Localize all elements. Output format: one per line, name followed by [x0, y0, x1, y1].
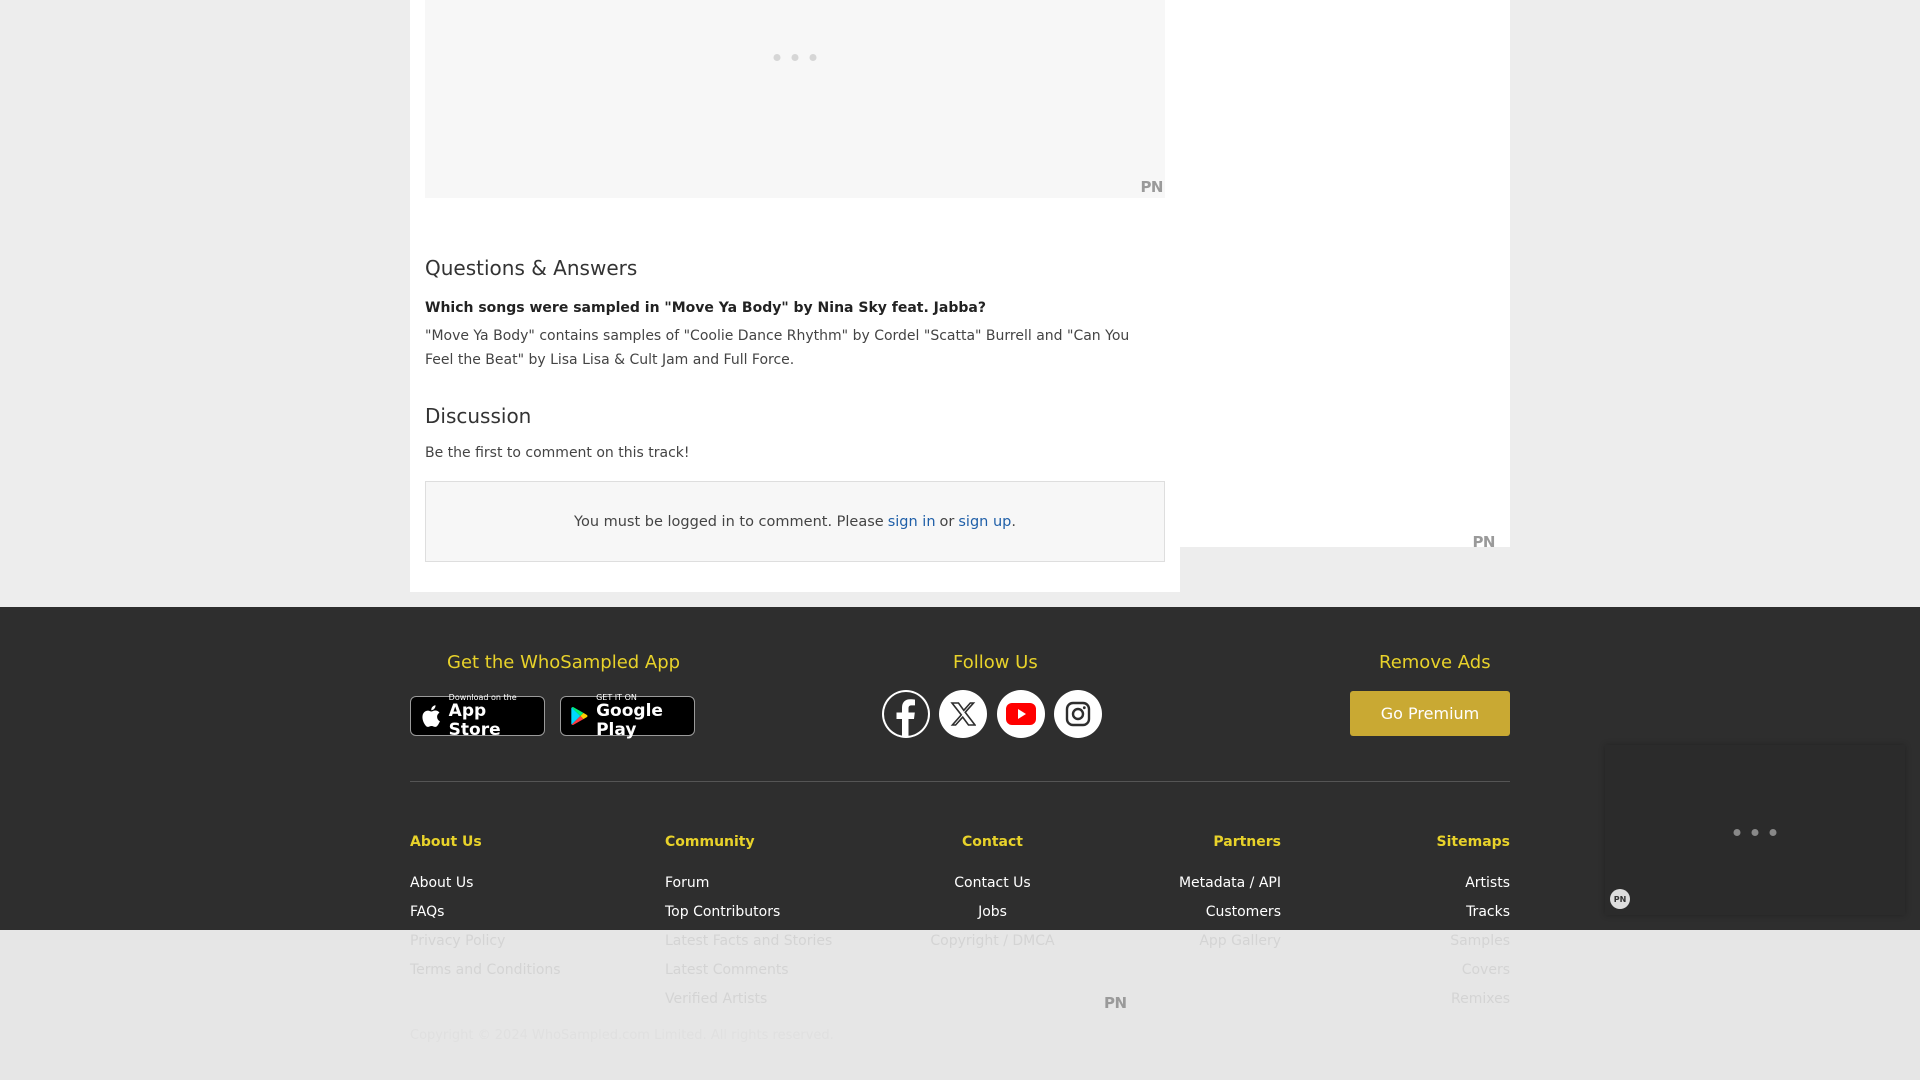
login-prompt-text: You must be logged in to comment. Please	[574, 513, 884, 530]
footer-link[interactable]: Covers	[1390, 960, 1510, 989]
google-play-icon	[571, 706, 588, 726]
footer-link[interactable]: Metadata / API	[1140, 873, 1281, 902]
footer-link[interactable]: Latest Comments	[665, 960, 832, 989]
footer-link[interactable]: Contact Us	[920, 873, 1065, 902]
facebook-icon[interactable]	[882, 690, 930, 738]
qa-question: Which songs were sampled in "Move Ya Bod…	[425, 300, 986, 316]
sidebar-ad[interactable]: PN	[1180, 0, 1510, 551]
footer-link[interactable]: Privacy Policy	[410, 931, 561, 960]
login-or-text: or	[939, 513, 955, 530]
discussion-title: Discussion	[425, 404, 532, 428]
apple-icon	[422, 705, 440, 727]
google-play-big-text: Google Play	[596, 700, 663, 740]
sign-up-link[interactable]: sign up	[958, 514, 1011, 530]
footer-col-heading: Sitemaps	[1436, 834, 1510, 850]
footer-link[interactable]: Copyright / DMCA	[920, 931, 1065, 960]
footer-col-partners: Partners Metadata / API Customers App Ga…	[1140, 834, 1281, 960]
sidebar-ad-pn-mark: PN	[1472, 533, 1495, 551]
remove-ads-heading: Remove Ads	[1379, 652, 1491, 673]
floating-ad-pn-badge: PN	[1610, 889, 1630, 909]
footer-link[interactable]: Tracks	[1390, 902, 1510, 931]
app-store-button[interactable]: Download on the App Store	[410, 693, 545, 739]
floating-ad-dots	[1733, 829, 1777, 836]
google-play-button[interactable]: GET IT ON Google Play	[560, 693, 695, 739]
ad-banner[interactable]: PN	[425, 0, 1165, 198]
footer-divider	[410, 781, 1510, 782]
footer-link[interactable]: Samples	[1390, 931, 1510, 960]
login-prompt-box: You must be logged in to comment. Please…	[425, 481, 1165, 562]
ad-loading-dots	[773, 54, 817, 61]
app-store-big-text: App Store	[448, 700, 501, 740]
footer-link[interactable]: Artists	[1390, 873, 1510, 902]
main-content: PN Questions & Answers Which songs were …	[410, 0, 1180, 592]
footer-col-contact: Contact Contact Us Jobs Copyright / DMCA	[920, 834, 1065, 960]
go-premium-button[interactable]: Go Premium	[1350, 691, 1510, 736]
copyright-text: Copyright © 2024 WhoSampled.com Limited.…	[410, 1028, 834, 1043]
youtube-icon[interactable]	[997, 690, 1045, 738]
app-heading: Get the WhoSampled App	[447, 652, 681, 673]
footer-link[interactable]: Customers	[1140, 902, 1281, 931]
follow-heading: Follow Us	[953, 652, 1038, 673]
footer-col-heading: Community	[665, 834, 755, 850]
floating-ad[interactable]: PN	[1605, 745, 1905, 915]
footer-link[interactable]: Remixes	[1390, 989, 1510, 1018]
footer-link[interactable]: Jobs	[920, 902, 1065, 931]
qa-title: Questions & Answers	[425, 256, 638, 280]
footer-col-heading: Contact	[962, 834, 1023, 850]
footer-link[interactable]: Terms and Conditions	[410, 960, 561, 989]
footer-pn-mark: PN	[1104, 994, 1127, 1012]
login-period: .	[1011, 513, 1016, 530]
footer-col-about: About Us About Us FAQs Privacy Policy Te…	[410, 834, 561, 989]
footer-link[interactable]: App Gallery	[1140, 931, 1281, 960]
footer-link[interactable]: Verified Artists	[665, 989, 832, 1018]
footer-link[interactable]: About Us	[410, 873, 561, 902]
x-icon[interactable]	[939, 690, 987, 738]
footer-link[interactable]: Forum	[665, 873, 832, 902]
footer-col-sitemaps: Sitemaps Artists Tracks Samples Covers R…	[1390, 834, 1510, 1018]
footer-col-heading: About Us	[410, 834, 482, 850]
qa-answer: "Move Ya Body" contains samples of "Cool…	[425, 328, 1130, 368]
footer-link[interactable]: Latest Facts and Stories	[665, 931, 832, 960]
footer-col-heading: Partners	[1213, 834, 1281, 850]
footer-link[interactable]: FAQs	[410, 902, 561, 931]
ad-pn-mark: PN	[1140, 178, 1163, 196]
sign-in-link[interactable]: sign in	[888, 514, 936, 530]
discussion-empty-text: Be the first to comment on this track!	[425, 445, 690, 461]
footer-link[interactable]: Top Contributors	[665, 902, 832, 931]
instagram-icon[interactable]	[1054, 690, 1102, 738]
footer-col-community: Community Forum Top Contributors Latest …	[665, 834, 832, 1018]
